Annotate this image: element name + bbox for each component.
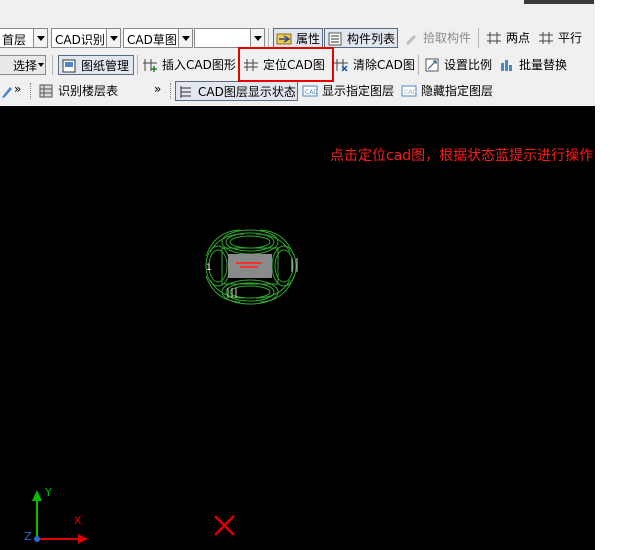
parallel-icon xyxy=(539,32,553,44)
floor-select-value: 首层 xyxy=(2,33,27,47)
show-layer-button[interactable]: CAD 显示指定图层 xyxy=(300,81,396,101)
separator xyxy=(478,28,479,48)
y-axis-label: Y xyxy=(45,486,52,499)
floor-table-icon xyxy=(39,84,53,98)
chevron-down-icon[interactable] xyxy=(250,29,264,47)
cad-identify-select[interactable]: CAD识别 xyxy=(51,28,121,48)
properties-button[interactable]: 属性 xyxy=(273,28,323,48)
pick-component-label: 拾取构件 xyxy=(423,31,472,45)
cad-sketch-select[interactable]: CAD草图 xyxy=(123,28,193,48)
identify-floor-table-label: 识别楼层表 xyxy=(58,84,119,98)
overflow-chevron-icon[interactable]: » xyxy=(14,82,21,96)
separator xyxy=(268,28,269,48)
set-scale-button[interactable]: 设置比例 xyxy=(422,55,494,75)
hide-layer-label: 隐藏指定图层 xyxy=(421,84,494,98)
cad-identify-value: CAD识别 xyxy=(55,33,105,47)
drawing-manage-icon xyxy=(62,59,76,73)
show-layer-label: 显示指定图层 xyxy=(322,84,395,98)
chevron-down-icon[interactable] xyxy=(38,63,44,67)
properties-label: 属性 xyxy=(296,32,321,46)
select-button[interactable]: 选择 xyxy=(0,55,46,75)
cad-layer-display-button[interactable]: CAD图层显示状态 xyxy=(175,81,298,101)
toolbar-gripper[interactable] xyxy=(30,83,34,99)
parallel-button[interactable]: 平行 xyxy=(536,28,588,48)
parallel-label: 平行 xyxy=(558,31,583,45)
chevron-down-icon[interactable] xyxy=(33,29,47,47)
drawing-manage-button[interactable]: 图纸管理 xyxy=(58,55,134,75)
batch-replace-icon xyxy=(501,60,512,71)
pick-icon xyxy=(406,35,416,45)
two-points-button[interactable]: 两点 xyxy=(484,28,534,48)
drawing-manage-label: 图纸管理 xyxy=(81,59,130,73)
chevron-down-icon[interactable] xyxy=(106,29,120,47)
show-layer-icon: CAD xyxy=(302,85,318,97)
batch-replace-label: 批量替换 xyxy=(519,58,568,72)
toolbar-row-3: » 识别楼层表 » CAD图层显示状态 CAD 显示指定图层 CAD 隐藏指定图… xyxy=(0,80,595,104)
insert-cad-icon xyxy=(143,59,157,72)
cad-drawing-canvas[interactable]: 1 Y X Z xyxy=(0,106,595,550)
component-list-button[interactable]: 构件列表 xyxy=(324,28,398,48)
toolbar-gripper[interactable] xyxy=(170,83,174,99)
z-axis-label: Z xyxy=(24,530,32,543)
separator xyxy=(52,55,53,75)
component-select[interactable] xyxy=(194,28,265,48)
origin-cross-icon xyxy=(214,515,235,536)
instruction-annotation: 点击定位cad图，根据状态蓝提示进行操作 xyxy=(330,148,594,164)
pick-component-button[interactable]: 拾取构件 xyxy=(401,28,473,48)
clear-cad-icon xyxy=(334,59,348,72)
list-icon xyxy=(328,32,342,46)
highlight-box xyxy=(238,47,334,82)
hide-layer-icon: CAD xyxy=(401,85,417,97)
svg-text:CAD: CAD xyxy=(305,89,318,96)
two-points-label: 两点 xyxy=(506,31,531,45)
two-points-icon xyxy=(487,32,501,44)
layer-display-icon xyxy=(180,86,191,98)
svg-text:CAD: CAD xyxy=(404,89,417,96)
floor-select[interactable]: 首层 xyxy=(0,28,48,48)
scale-icon xyxy=(425,58,439,72)
select-label: 选择 xyxy=(13,59,38,73)
drawing-number-left: 1 xyxy=(206,263,212,273)
chevron-down-icon[interactable] xyxy=(178,29,192,47)
insert-cad-label: 插入CAD图形 xyxy=(162,58,236,72)
x-axis-label: X xyxy=(74,514,82,527)
overflow-chevron-icon[interactable]: » xyxy=(154,82,161,96)
cad-drawing: 1 xyxy=(32,229,298,544)
set-scale-label: 设置比例 xyxy=(444,58,493,72)
hide-layer-button[interactable]: CAD 隐藏指定图层 xyxy=(399,81,495,101)
cad-layer-display-label: CAD图层显示状态 xyxy=(198,85,296,99)
insert-cad-button[interactable]: 插入CAD图形 xyxy=(140,55,236,75)
identify-floor-table-button[interactable]: 识别楼层表 xyxy=(36,81,120,101)
separator xyxy=(418,55,419,75)
clear-cad-button[interactable]: 清除CAD图 xyxy=(331,55,415,75)
window-caption-button[interactable] xyxy=(524,0,594,4)
separator xyxy=(137,55,138,75)
batch-replace-button[interactable]: 批量替换 xyxy=(497,55,571,75)
properties-icon xyxy=(276,33,292,45)
clear-cad-label: 清除CAD图 xyxy=(353,58,415,72)
cad-sketch-value: CAD草图 xyxy=(127,33,177,47)
pencil-icon[interactable] xyxy=(0,83,14,99)
component-list-label: 构件列表 xyxy=(347,32,396,46)
